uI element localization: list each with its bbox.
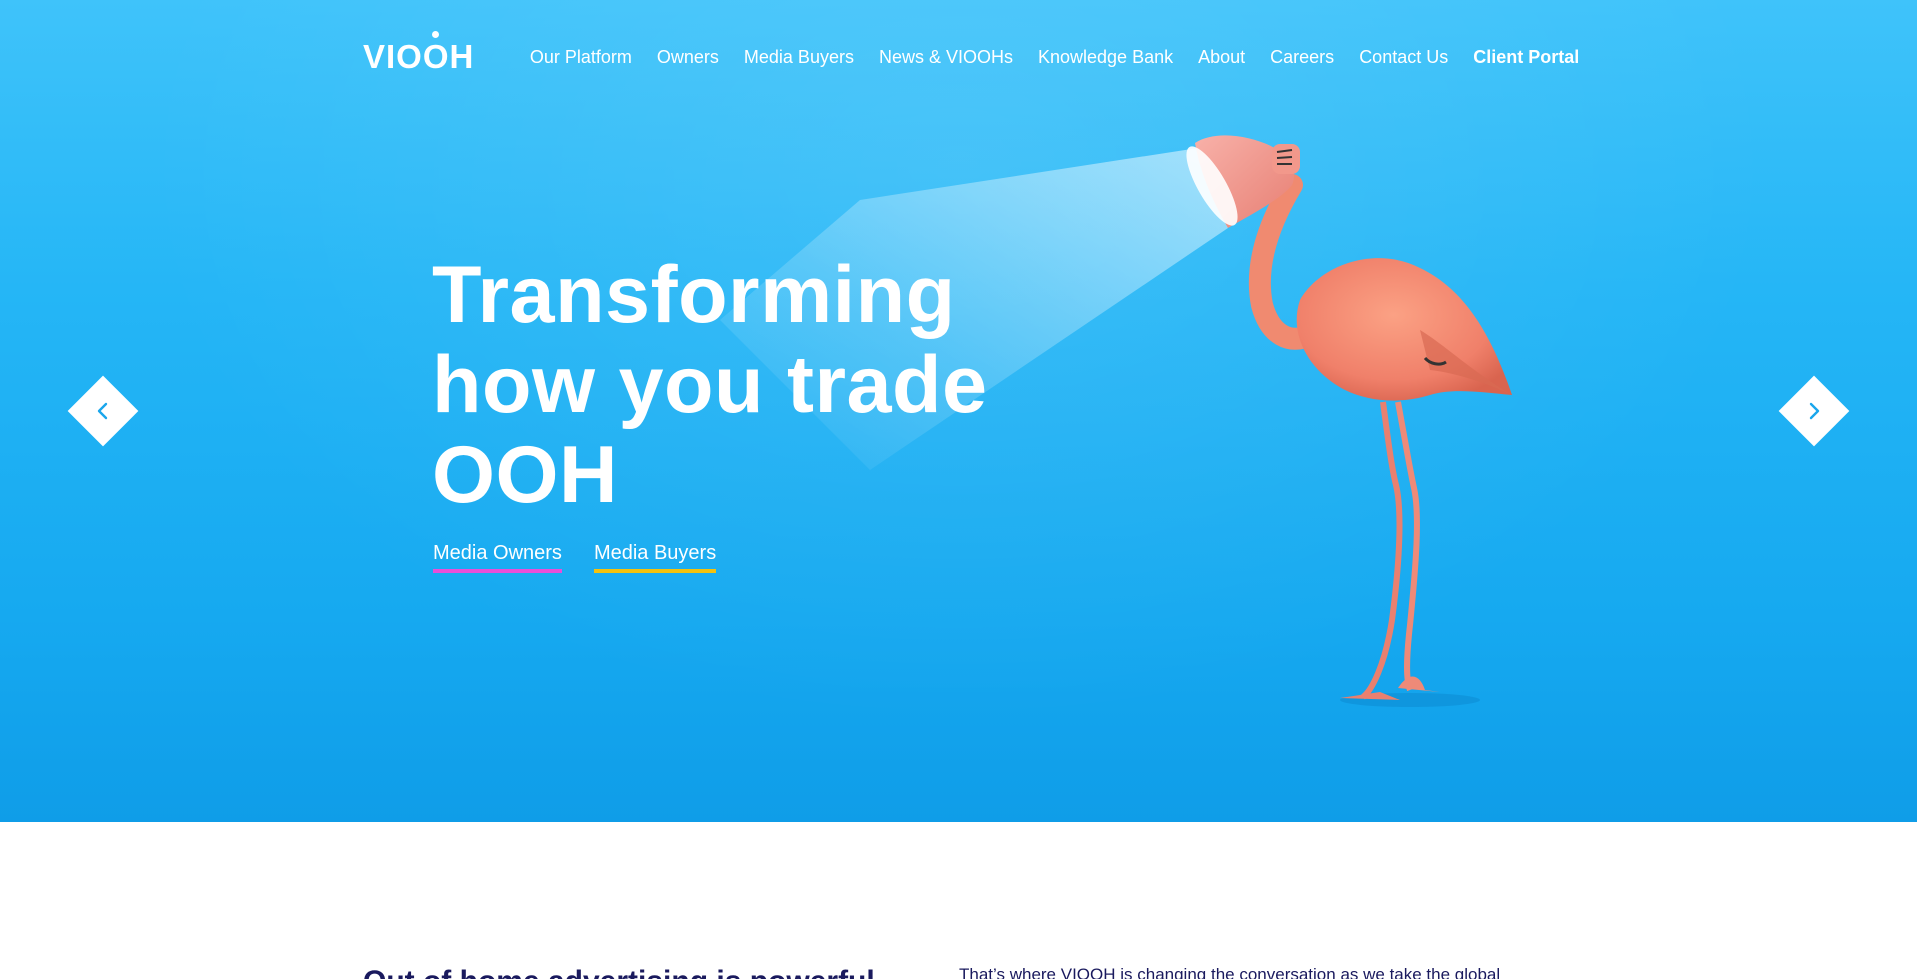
chevron-left-icon [97, 402, 108, 420]
headline-line-2: how you trade [432, 340, 988, 430]
nav-our-platform[interactable]: Our Platform [517, 47, 644, 68]
carousel-prev-button[interactable] [67, 375, 139, 447]
nav-knowledge-bank[interactable]: Knowledge Bank [1026, 47, 1186, 68]
headline-line-1: Transforming [432, 250, 956, 340]
intro-section: Out of home advertising is powerful That… [0, 822, 1917, 979]
headline-line-3: OOH [432, 430, 619, 520]
nav-about[interactable]: About [1186, 47, 1258, 68]
logo-dot [432, 31, 439, 38]
nav-contact-us[interactable]: Contact Us [1347, 47, 1461, 68]
hero-links: Media Owners Media Buyers [433, 542, 717, 573]
carousel-next-button[interactable] [1778, 375, 1850, 447]
nav-menu: Our Platform Owners Media Buyers News & … [517, 47, 1591, 68]
nav-careers[interactable]: Careers [1258, 47, 1347, 68]
main-navigation: VIOOH Our Platform Owners Media Buyers N… [363, 31, 1592, 77]
nav-owners[interactable]: Owners [644, 47, 731, 68]
logo-text: VIOOH [363, 38, 475, 75]
media-owners-link[interactable]: Media Owners [433, 542, 562, 573]
media-buyers-link[interactable]: Media Buyers [593, 542, 717, 573]
nav-client-portal[interactable]: Client Portal [1461, 47, 1592, 68]
hero-banner: VIOOH Our Platform Owners Media Buyers N… [0, 0, 1917, 822]
nav-news[interactable]: News & VIOOHs [866, 47, 1025, 68]
intro-heading: Out of home advertising is powerful [363, 965, 875, 979]
nav-media-buyers[interactable]: Media Buyers [731, 47, 866, 68]
hero-headline: Transforming how you trade OOH [432, 250, 1052, 520]
chevron-right-icon [1809, 402, 1820, 420]
viooh-logo[interactable]: VIOOH [363, 31, 475, 76]
intro-text: That’s where VIOOH is changing the conve… [959, 965, 1501, 979]
